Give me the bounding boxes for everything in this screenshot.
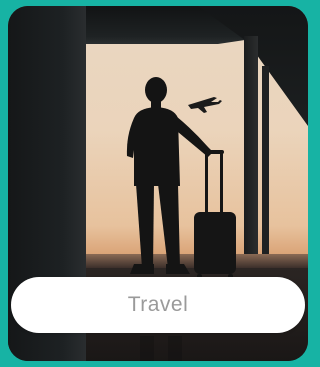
airplane-icon	[188, 97, 222, 113]
category-label[interactable]: Travel	[11, 277, 305, 333]
floor-reflection	[140, 336, 182, 361]
category-label-text: Travel	[127, 293, 189, 316]
suitcase-icon	[194, 150, 236, 279]
